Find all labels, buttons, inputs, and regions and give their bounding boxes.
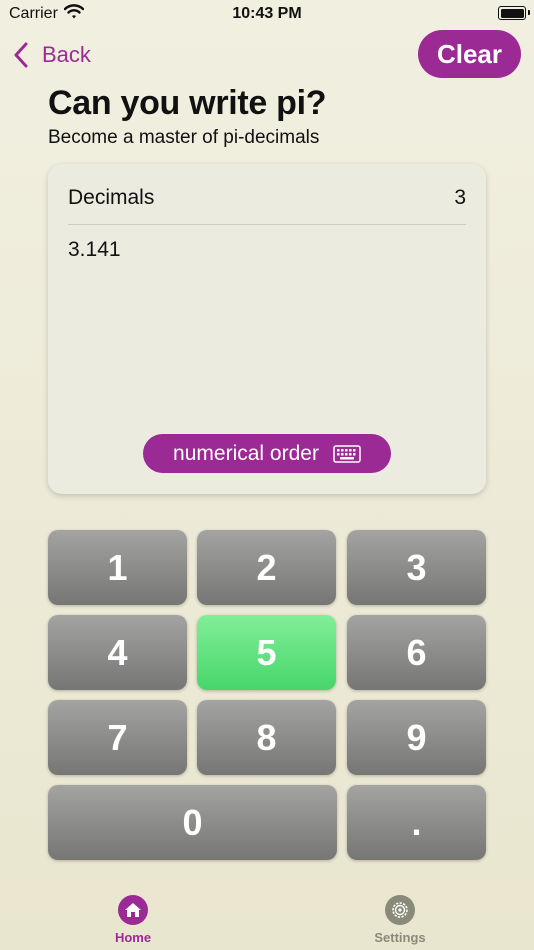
key-6[interactable]: 6 [347,615,486,690]
key-3[interactable]: 3 [347,530,486,605]
page-subtitle: Become a master of pi-decimals [48,127,320,148]
key-7[interactable]: 7 [48,700,187,775]
clear-button[interactable]: Clear [418,30,521,78]
key-0[interactable]: 0 [48,785,337,860]
numerical-order-button[interactable]: numerical order [143,434,391,473]
page-title: Can you write pi? [48,84,327,122]
tab-settings-label: Settings [374,930,426,945]
back-button[interactable]: Back [14,38,91,72]
tab-home[interactable]: Home [83,895,183,945]
gear-icon [385,895,415,925]
back-label: Back [42,42,91,67]
key-8[interactable]: 8 [197,700,336,775]
key-2[interactable]: 2 [197,530,336,605]
status-time: 10:43 PM [232,5,302,22]
home-icon [118,895,148,925]
chevron-left-icon [14,42,28,68]
pi-card: Decimals 3 3.141 numerical order [48,164,486,494]
decimals-count: 3 [454,186,466,209]
pi-digits: 3.141 [68,238,121,261]
key-decimal-point[interactable]: . [347,785,486,860]
key-1[interactable]: 1 [48,530,187,605]
key-9[interactable]: 9 [347,700,486,775]
tab-bar: Home Settings [0,880,534,950]
status-bar: Carrier 10:43 PM [0,0,534,30]
decimals-label: Decimals [68,186,155,209]
divider [68,224,466,225]
key-4[interactable]: 4 [48,615,187,690]
mode-label: numerical order [173,441,319,465]
key-5[interactable]: 5 [197,615,336,690]
tab-settings[interactable]: Settings [350,895,450,945]
tab-home-label: Home [114,930,152,945]
battery-icon [498,6,530,20]
keyboard-icon [333,444,361,463]
